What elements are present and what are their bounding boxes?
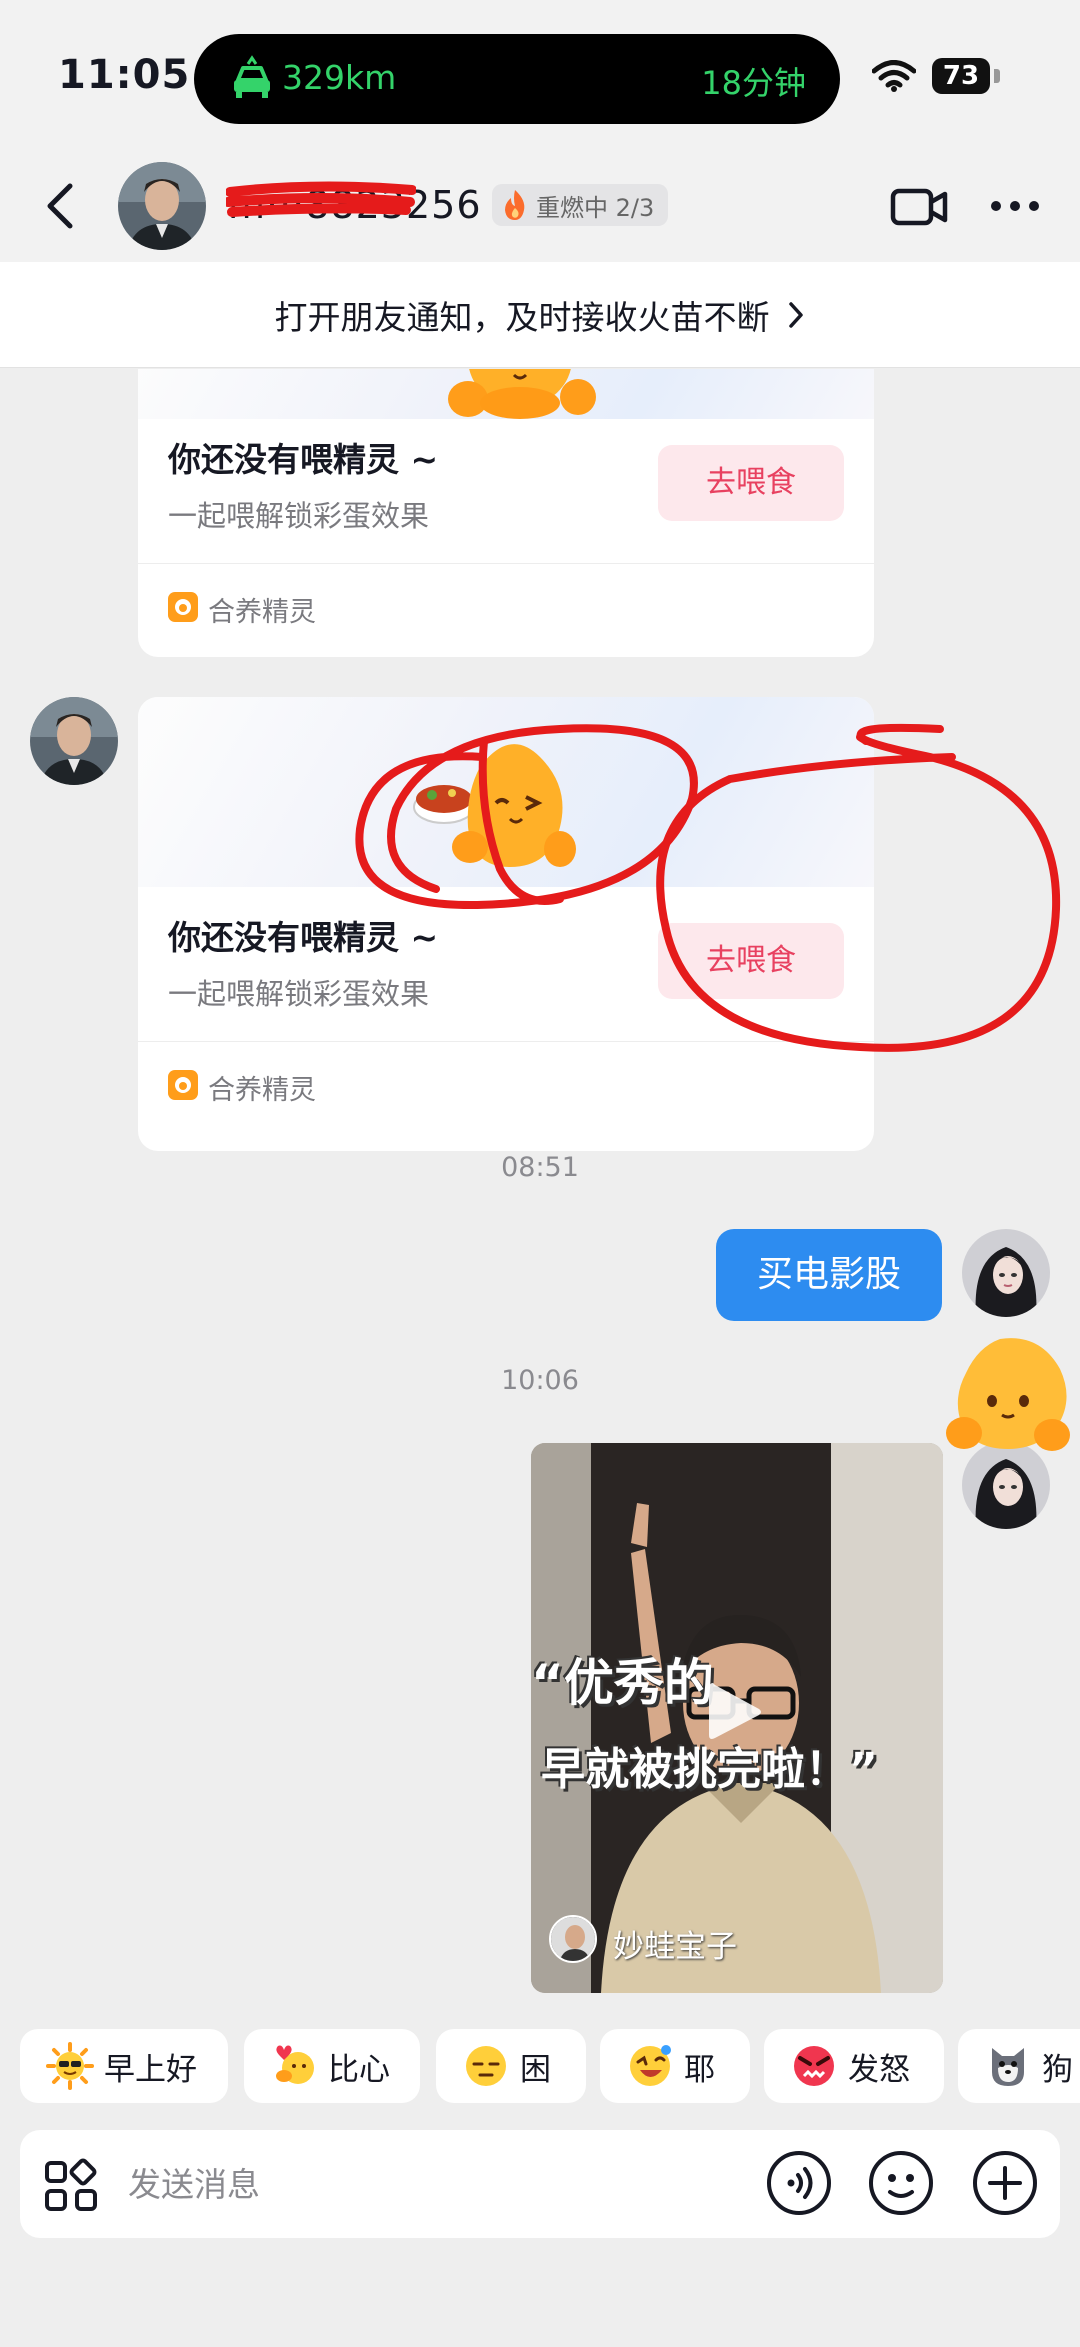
card-title: 你还没有喂精灵 ~ [168, 440, 439, 479]
sprite-pet-mascot-icon[interactable] [940, 1329, 1076, 1465]
streak-label: 重燃中 2/3 [536, 193, 655, 222]
streak-badge[interactable]: 重燃中 2/3 [492, 184, 669, 226]
quick-reply-chip[interactable]: 早上好 [20, 2029, 228, 2103]
message-input[interactable] [128, 2154, 728, 2214]
orange-sprite-mascot-icon [413, 744, 576, 867]
video-call-icon[interactable] [890, 186, 948, 228]
angry-face-icon [794, 2046, 834, 2086]
orange-sprite-mascot-icon [448, 369, 596, 419]
navigation-eta: 18分钟 [701, 64, 806, 102]
dog-face-icon [992, 2048, 1024, 2086]
plus-icon[interactable] [972, 2150, 1038, 2216]
notification-text: 打开朋友通知，及时接收火苗不断 [274, 297, 770, 337]
pet-feed-card[interactable]: 你还没有喂精灵 ~ 一起喂解锁彩蛋效果 去喂食 合养精灵 [138, 697, 874, 1151]
quick-reply-bar[interactable]: 早上好 比心 困 耶 发怒 狗 [0, 2029, 1080, 2107]
battery-cap [994, 69, 1000, 83]
card-subtitle: 一起喂解锁彩蛋效果 [168, 499, 430, 533]
quick-reply-chip[interactable]: 困 [436, 2029, 586, 2103]
video-caption-line-2: 早就被挑完啦！” [541, 1744, 878, 1795]
sun-sunglasses-icon [46, 2042, 94, 2090]
dynamic-island[interactable]: 329km 18分钟 [194, 34, 840, 124]
sleepy-face-icon [466, 2046, 506, 2086]
quick-reply-label: 发怒 [848, 2051, 910, 2088]
notification-banner[interactable]: 打开朋友通知，及时接收火苗不断 [0, 262, 1080, 368]
card-footer-label: 合养精灵 [208, 1075, 316, 1106]
back-icon[interactable] [40, 180, 80, 232]
more-icon[interactable] [990, 200, 1040, 212]
sent-message-bubble[interactable]: 买电影股 [716, 1229, 942, 1321]
emoji-icon[interactable] [868, 2150, 934, 2216]
card-divider [138, 1041, 874, 1042]
quick-reply-chip[interactable]: 狗 [958, 2029, 1080, 2103]
card-subtitle: 一起喂解锁彩蛋效果 [168, 977, 430, 1011]
chat-header: m···8823256 重燃中 2/3 [0, 150, 1080, 262]
feed-button[interactable]: 去喂食 [658, 445, 844, 521]
video-author-name: 妙蛙宝子 [613, 1929, 737, 1965]
feed-button[interactable]: 去喂食 [658, 923, 844, 999]
message-timestamp: 08:51 [501, 1152, 579, 1183]
message-input-bar [20, 2130, 1060, 2238]
message-timestamp: 10:06 [501, 1365, 579, 1396]
status-time: 11:05 [58, 52, 191, 98]
quick-reply-label: 困 [520, 2051, 551, 2088]
quick-reply-label: 狗 [1042, 2051, 1073, 2088]
card-divider [138, 563, 874, 564]
quick-reply-chip[interactable]: 发怒 [764, 2029, 944, 2103]
contact-avatar[interactable] [118, 162, 206, 250]
heart-hands-icon [276, 2045, 314, 2084]
voice-message-icon[interactable] [766, 2150, 832, 2216]
card-footer-label: 合养精灵 [208, 597, 316, 628]
chat-message-list[interactable]: 你还没有喂精灵 ~ 一起喂解锁彩蛋效果 去喂食 合养精灵 你还没有喂精灵 ~ 一… [0, 369, 1080, 2009]
pet-app-icon [168, 592, 198, 622]
battery-indicator: 73 [932, 58, 990, 94]
navigation-distance: 329km [282, 58, 397, 97]
quick-reply-label: 早上好 [104, 2051, 197, 2088]
yay-face-icon [630, 2045, 671, 2086]
apps-grid-icon[interactable] [44, 2158, 100, 2214]
chevron-right-icon [788, 301, 803, 328]
quick-reply-chip[interactable]: 比心 [244, 2029, 420, 2103]
quick-reply-label: 比心 [328, 2051, 390, 2088]
status-bar: 11:05 329km 18分钟 73 [0, 0, 1080, 150]
pet-feed-card[interactable]: 你还没有喂精灵 ~ 一起喂解锁彩蛋效果 去喂食 合养精灵 [138, 369, 874, 657]
avatar-portrait-icon [118, 162, 206, 250]
flame-icon [505, 190, 525, 220]
video-author-avatar [549, 1915, 597, 1963]
quick-reply-chip[interactable]: 耶 [600, 2029, 750, 2103]
pet-app-icon [168, 1070, 198, 1100]
wifi-icon [872, 60, 916, 92]
shared-video-card[interactable]: “优秀的 早就被挑完啦！” 妙蛙宝子 [531, 1443, 943, 1993]
redaction-scribble [226, 181, 416, 217]
quick-reply-label: 耶 [684, 2051, 715, 2088]
my-avatar[interactable] [962, 1229, 1050, 1317]
avatar-portrait-icon [30, 697, 118, 785]
car-icon [234, 55, 270, 98]
card-title: 你还没有喂精灵 ~ [168, 918, 439, 957]
contact-message-avatar[interactable] [30, 697, 118, 785]
avatar-portrait-icon [962, 1229, 1050, 1317]
